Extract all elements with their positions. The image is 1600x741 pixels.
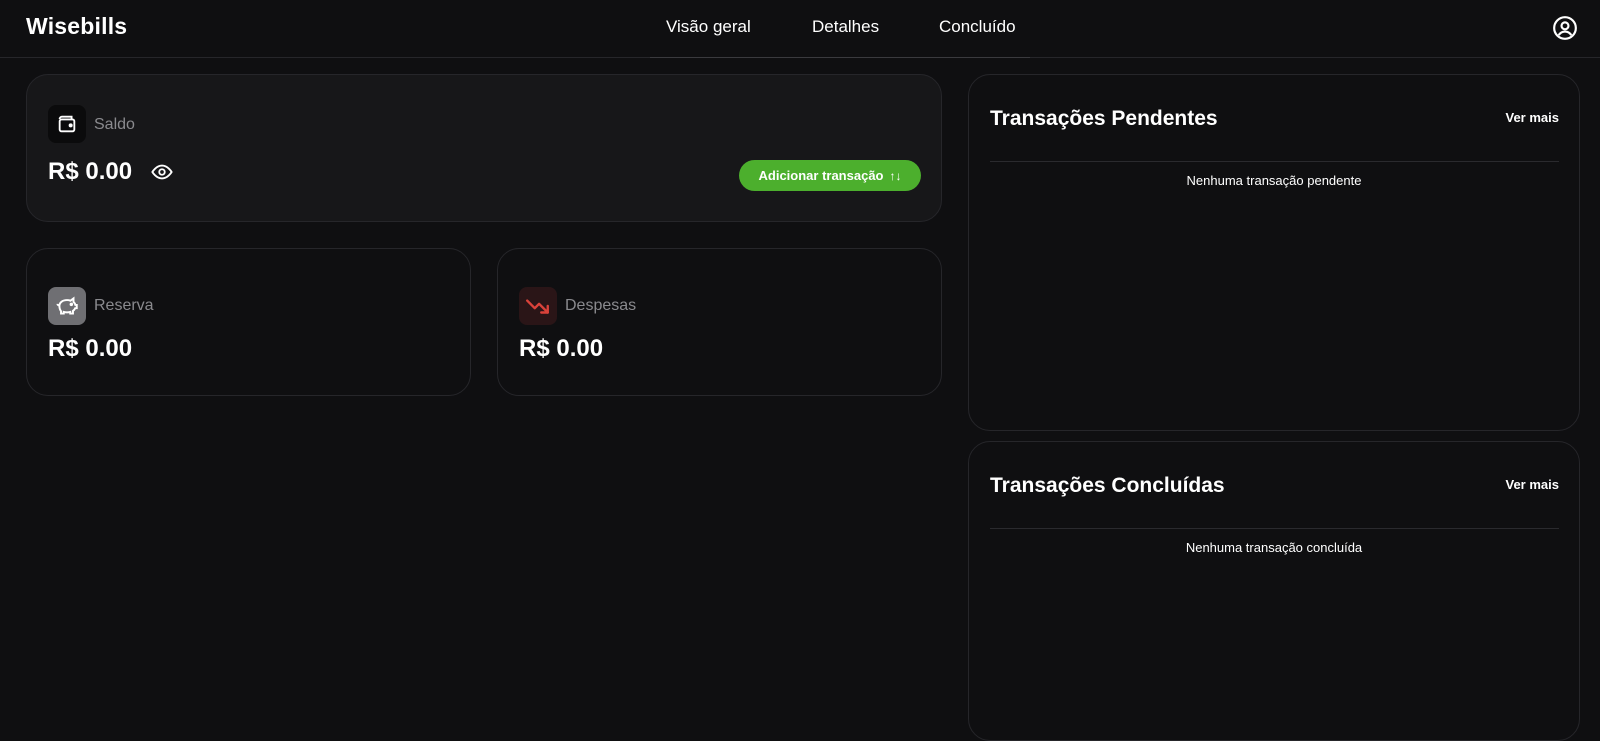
piggy-bank-icon (56, 296, 78, 315)
swap-icon: ↑↓ (889, 168, 902, 183)
app-logo[interactable]: Wisebills (26, 13, 127, 40)
eye-icon[interactable] (149, 161, 175, 183)
pending-title: Transações Pendentes (990, 107, 1218, 130)
tab-visao-geral[interactable]: Visão geral (666, 17, 751, 37)
pending-empty-message: Nenhuma transação pendente (1186, 173, 1362, 188)
balance-card: Saldo R$ 0.00 Adicionar transação ↑↓ (26, 74, 942, 222)
trending-down-icon (525, 299, 549, 314)
tab-detalhes[interactable]: Detalhes (812, 17, 879, 37)
balance-amount: R$ 0.00 (48, 158, 133, 185)
trending-down-icon-box (519, 287, 557, 325)
balance-label: Saldo (94, 116, 135, 133)
wallet-icon (58, 115, 76, 133)
reserve-label: Reserva (94, 297, 154, 314)
completed-empty-message: Nenhuma transação concluída (1185, 540, 1363, 555)
completed-title: Transações Concluídas (990, 474, 1225, 497)
pending-see-more-link[interactable]: Ver mais (1506, 110, 1560, 125)
pending-transactions-panel: Transações Pendentes Ver mais Nenhuma tr… (968, 74, 1580, 431)
expenses-amount: R$ 0.00 (519, 335, 604, 362)
pending-divider (990, 161, 1559, 162)
expenses-label: Despesas (565, 297, 637, 314)
tab-concluido[interactable]: Concluído (939, 17, 1016, 37)
completed-transactions-panel: Transações Concluídas Ver mais Nenhuma t… (968, 441, 1580, 741)
user-circle-icon[interactable] (1552, 15, 1578, 41)
expenses-card: Despesas R$ 0.00 (497, 248, 942, 396)
add-transaction-button[interactable]: Adicionar transação ↑↓ (739, 160, 921, 191)
top-bar: Wisebills Visão geral Detalhes Concluído (0, 0, 1600, 58)
wallet-icon-box (48, 105, 86, 143)
completed-divider (990, 528, 1559, 529)
reserve-card: Reserva R$ 0.00 (26, 248, 471, 396)
add-transaction-label: Adicionar transação (758, 168, 884, 183)
piggy-bank-icon-box (48, 287, 86, 325)
completed-see-more-link[interactable]: Ver mais (1506, 477, 1560, 492)
reserve-amount: R$ 0.00 (48, 335, 133, 362)
main-nav: Visão geral Detalhes Concluído (650, 0, 1030, 58)
